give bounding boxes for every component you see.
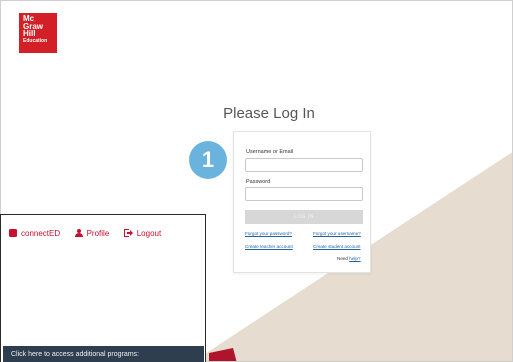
forgot-password-link[interactable]: Forgot your password? — [245, 231, 292, 236]
login-card: Username or Email Password LOG IN Forgot… — [233, 131, 371, 273]
logout-icon — [123, 229, 133, 237]
need-text: Need — [337, 256, 348, 261]
additional-programs-button[interactable]: Click here to access additional programs… — [3, 346, 204, 362]
password-label: Password — [246, 179, 271, 185]
username-label: Username or Email — [246, 149, 294, 155]
create-teacher-account-link[interactable]: Create teacher account — [245, 244, 293, 249]
forgot-username-link[interactable]: Forgot your username? — [313, 231, 361, 236]
login-title: Please Log In — [223, 105, 315, 122]
nav-profile[interactable]: Profile — [74, 229, 110, 238]
nav-profile-label: Profile — [86, 229, 110, 238]
profile-icon — [74, 229, 83, 237]
logo-sub: Education — [23, 37, 48, 44]
help-link[interactable]: help? — [349, 256, 360, 261]
need-help: Need help? — [337, 256, 361, 261]
nav-connected[interactable]: connectED — [9, 229, 60, 238]
connected-popup: connectED Profile Logout Click here to a… — [0, 214, 206, 362]
create-student-account-link[interactable]: Create student account — [313, 244, 361, 249]
login-button[interactable]: LOG IN — [245, 210, 363, 224]
nav-logout[interactable]: Logout — [123, 229, 162, 238]
password-input[interactable] — [245, 187, 363, 201]
nav-connected-label: connectED — [21, 229, 61, 238]
connected-icon — [9, 229, 17, 237]
logo-line-3: Hill — [23, 29, 36, 38]
mcgraw-hill-logo[interactable]: Mc Graw Hill Education — [19, 13, 57, 53]
nav-logout-label: Logout — [136, 229, 162, 238]
popup-nav: connectED Profile Logout — [9, 229, 171, 241]
username-input[interactable] — [245, 158, 363, 172]
step-number-badge: 1 — [189, 141, 227, 179]
